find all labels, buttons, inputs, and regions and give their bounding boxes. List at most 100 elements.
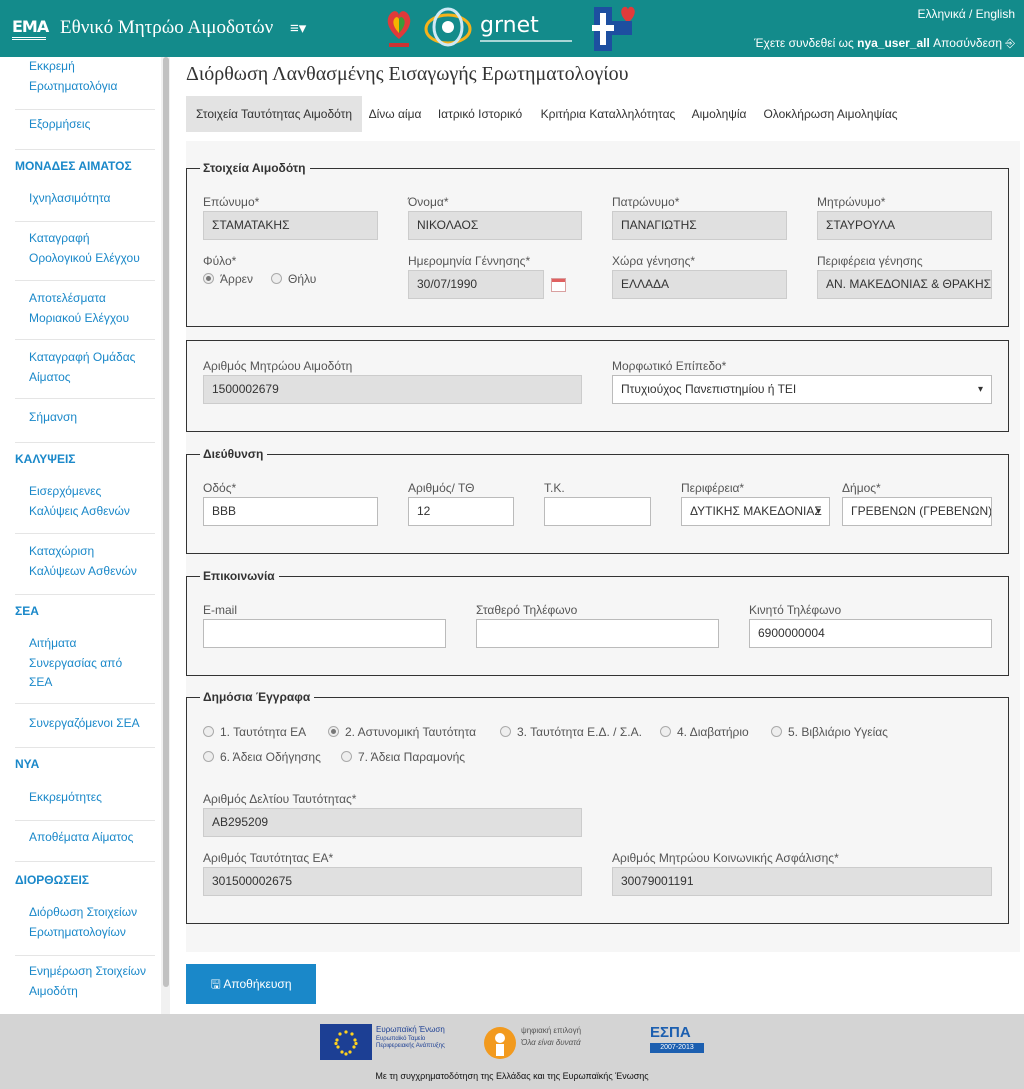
tab-medical-history[interactable]: Ιατρικό Ιστορικό <box>428 96 532 132</box>
sidebar-divider <box>15 594 155 595</box>
sidebar-item-pending[interactable]: Εκκρεμότητες <box>29 788 149 808</box>
surname-field[interactable]: ΣΤΑΜΑΤΑΚΗΣ <box>203 211 378 240</box>
espa-logo: ΕΣΠΑ 2007-2013 <box>646 1024 706 1062</box>
sidebar-item-questionnaire-corrections[interactable]: Διόρθωση Στοιχείων Ερωτηματολογίων <box>29 903 149 942</box>
sidebar-item-campaigns[interactable]: Εξορμήσεις <box>29 115 149 135</box>
tab-eligibility-criteria[interactable]: Κριτήρια Καταλληλότητας <box>532 96 684 132</box>
email-input[interactable] <box>203 619 446 648</box>
id-card-label: Αριθμός Δελτίου Ταυτότητας* <box>203 792 357 806</box>
menu-toggle-icon[interactable]: ≡▾ <box>290 19 306 37</box>
sidebar-item-blood-group-record[interactable]: Καταγραφή Ομάδας Αίματος <box>29 348 149 387</box>
documents-legend: Δημόσια Έγγραφα <box>200 690 315 704</box>
street-number-input[interactable]: 12 <box>408 497 514 526</box>
cofunding-text: Με τη συγχρηματοδότηση της Ελλάδας και τ… <box>375 1071 649 1081</box>
street-number-label: Αριθμός/ ΤΘ <box>408 481 475 495</box>
education-label: Μορφωτικό Επίπεδο* <box>612 359 727 373</box>
father-name-field[interactable]: ΠΑΝΑΓΙΩΤΗΣ <box>612 211 787 240</box>
sidebar-item-donor-update[interactable]: Ενημέρωση Στοιχείων Αιμοδότη <box>29 962 149 1001</box>
grnet-logo: grnet <box>424 3 574 53</box>
save-button[interactable]: 🖫 Αποθήκευση <box>186 964 316 1004</box>
address-legend: Διεύθυνση <box>200 447 268 461</box>
sidebar-item-pending-questionnaires[interactable]: Εκκρεμή Ερωτηματολόγια <box>29 57 149 96</box>
sidebar-section-corrections: ΔΙΟΡΘΩΣΕΙΣ <box>15 873 89 887</box>
tab-collection-complete[interactable]: Ολοκλήρωση Αιμοληψίας <box>754 96 907 132</box>
birth-country-field[interactable]: ΕΛΛΑΔΑ <box>612 270 787 299</box>
tab-bar: Στοιχεία Ταυτότητας Αιμοδότη Δίνω αίμα Ι… <box>186 96 907 132</box>
name-label: Όνομα* <box>408 195 449 209</box>
sidebar-item-coverage-entry[interactable]: Καταχώριση Καλύψεων Ασθενών <box>29 542 149 581</box>
gender-male-radio[interactable]: Άρρεν <box>203 272 253 286</box>
logout-icon[interactable]: ⎆ <box>1005 36 1015 50</box>
postcode-label: Τ.Κ. <box>544 481 565 495</box>
sidebar-item-incoming-coverage[interactable]: Εισερχόμενες Καλύψεις Ασθενών <box>29 482 149 521</box>
municipality-select[interactable]: ΓΡΕΒΕΝΩΝ (ΓΡΕΒΕΝΩΝ) <box>842 497 992 526</box>
floppy-disk-icon: 🖫 <box>210 977 221 991</box>
contact-legend: Επικοινωνία <box>200 569 279 583</box>
donor-id-field[interactable]: 1500002679 <box>203 375 582 404</box>
sidebar-divider <box>15 747 155 748</box>
radio-unchecked-icon <box>771 726 782 737</box>
page-title: Διόρθωση Λανθασμένης Εισαγωγής Ερωτηματο… <box>186 63 629 85</box>
ministry-logo <box>592 3 640 53</box>
sidebar-divider <box>15 398 155 399</box>
sidebar: Εκκρεμή Ερωτηματολόγια Εξορμήσεις ΜΟΝΑΔΕ… <box>0 57 170 1014</box>
education-select[interactable]: Πτυχιούχος Πανεπιστημίου ή ΤΕΙ <box>612 375 992 404</box>
mother-name-field[interactable]: ΣΤΑΥΡΟΥΛΑ <box>817 211 992 240</box>
brand-title[interactable]: Εθνικό Μητρώο Αιμοδοτών <box>60 17 273 39</box>
region-select[interactable]: ΔΥΤΙΚΗΣ ΜΑΚΕΔΟΝΙΑΣ <box>681 497 830 526</box>
tab-blood-collection[interactable]: Αιμοληψία <box>684 96 754 132</box>
sidebar-item-blood-stock[interactable]: Αποθέματα Αίματος <box>29 828 149 848</box>
document-option-military-id[interactable]: 3. Ταυτότητα Ε.Δ. / Σ.Α. <box>500 725 642 739</box>
radio-unchecked-icon <box>500 726 511 737</box>
sidebar-item-traceability[interactable]: Ιχνηλασιμότητα <box>29 189 149 209</box>
amka-field[interactable]: 30079001191 <box>612 867 992 896</box>
radio-unchecked-icon <box>660 726 671 737</box>
street-input[interactable]: BBB <box>203 497 378 526</box>
sidebar-item-partner-sea[interactable]: Συνεργαζόμενοι ΣΕΑ <box>29 714 149 734</box>
mobile-input[interactable]: 6900000004 <box>749 619 992 648</box>
document-option-ea-id[interactable]: 1. Ταυτότητα ΕΑ <box>203 725 306 739</box>
landline-label: Σταθερό Τηλέφωνο <box>476 603 578 617</box>
document-option-passport[interactable]: 4. Διαβατήριο <box>660 725 749 739</box>
save-button-label: Αποθήκευση <box>223 977 292 991</box>
logout-link[interactable]: Αποσύνδεση <box>933 36 1002 50</box>
sidebar-scroll-thumb[interactable] <box>163 57 169 987</box>
birthdate-field[interactable]: 30/07/1990 <box>408 270 544 299</box>
birth-region-field[interactable]: ΑΝ. ΜΑΚΕΔΟΝΙΑΣ & ΘΡΑΚΗΣ <box>817 270 992 299</box>
language-switch[interactable]: Ελληνικά / English <box>918 7 1016 21</box>
ea-id-field[interactable]: 301500002675 <box>203 867 582 896</box>
gender-female-radio[interactable]: Θήλυ <box>271 272 316 286</box>
sidebar-item-serology-record[interactable]: Καταγραφή Ορολογικού Ελέγχου <box>29 229 149 268</box>
calendar-icon[interactable] <box>551 278 566 292</box>
document-option-health-book[interactable]: 5. Βιβλιάριο Υγείας <box>771 725 888 739</box>
sidebar-divider <box>15 533 155 534</box>
sidebar-divider <box>15 109 155 110</box>
postcode-input[interactable] <box>544 497 651 526</box>
name-field[interactable]: ΝΙΚΟΛΑΟΣ <box>408 211 582 240</box>
sidebar-divider <box>15 955 155 956</box>
eu-logo: Ευρωπαϊκή Ένωση Ευρωπαϊκό Ταμείο Περιφερ… <box>320 1024 455 1062</box>
mobile-label: Κινητό Τηλέφωνο <box>749 603 842 617</box>
ema-logo-text: ΕΜΑ <box>12 17 49 36</box>
id-card-field[interactable]: AB295209 <box>203 808 582 837</box>
sidebar-item-sea-requests[interactable]: Αιτήματα Συνεργασίας από ΣΕΑ <box>29 634 129 693</box>
document-option-residence-permit[interactable]: 7. Άδεια Παραμονής <box>341 750 465 764</box>
landline-input[interactable] <box>476 619 719 648</box>
radio-checked-icon <box>203 273 214 284</box>
sidebar-divider <box>15 221 155 222</box>
espa-text: ΕΣΠΑ <box>650 1024 691 1041</box>
sidebar-item-labeling[interactable]: Σήμανση <box>29 408 149 428</box>
document-option-police-id[interactable]: 2. Αστυνομική Ταυτότητα <box>328 725 476 739</box>
tab-give-blood[interactable]: Δίνω αίμα <box>362 96 428 132</box>
grnet-logo-tagline <box>480 40 572 42</box>
digital-subtext: Όλα είναι δυνατά <box>521 1038 581 1047</box>
ema-logo[interactable]: ΕΜΑ <box>12 13 49 45</box>
father-name-label: Πατρώνυμο* <box>612 195 680 209</box>
sidebar-divider <box>15 339 155 340</box>
sidebar-item-molecular-results[interactable]: Αποτελέσματα Μοριακού Ελέγχου <box>29 289 149 328</box>
tab-donor-identity[interactable]: Στοιχεία Ταυτότητας Αιμοδότη <box>186 96 362 132</box>
document-option-driving-license[interactable]: 6. Άδεια Οδήγησης <box>203 750 321 764</box>
user-status: Έχετε συνδεθεί ως nya_user_all Αποσύνδεσ… <box>754 36 1015 51</box>
email-label: E-mail <box>203 603 238 617</box>
grnet-logo-text: grnet <box>480 13 539 38</box>
